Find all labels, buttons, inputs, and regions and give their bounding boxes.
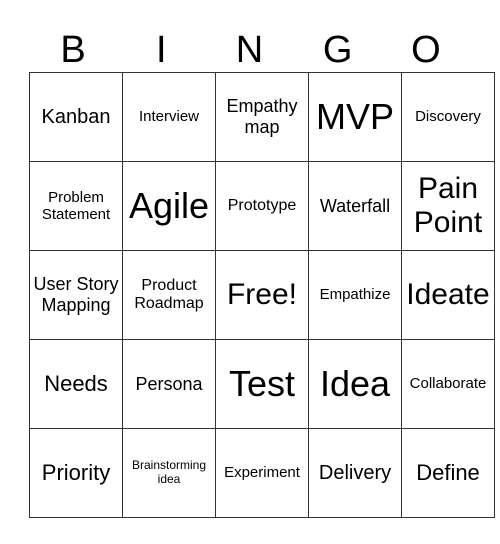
bingo-cell[interactable]: MVP <box>308 72 402 162</box>
bingo-cell[interactable]: Ideate <box>401 250 495 340</box>
bingo-cell[interactable]: Waterfall <box>308 161 402 251</box>
bingo-cell[interactable]: Discovery <box>401 72 495 162</box>
header-letter-o: O <box>411 29 441 71</box>
bingo-row: Priority Brainstorming idea Experiment Deli… <box>29 428 495 518</box>
bingo-cell[interactable]: User Story Mapping <box>29 250 123 340</box>
header-letter-i: I <box>156 29 167 71</box>
bingo-cell[interactable]: Define <box>401 428 495 518</box>
free-space-cell[interactable]: Free! <box>215 250 309 340</box>
bingo-row: Problem Statement Agile Prototype Waterfall… <box>29 161 495 251</box>
bingo-cell[interactable]: Persona <box>122 339 216 429</box>
bingo-header: B I N G O <box>29 28 470 72</box>
bingo-row: Needs Persona Test Idea Collaborate <box>29 339 495 429</box>
header-letter-g: G <box>322 29 353 71</box>
bingo-cell[interactable]: Kanban <box>29 72 123 162</box>
bingo-cell[interactable]: Prototype <box>215 161 309 251</box>
bingo-cell[interactable]: Delivery <box>308 428 402 518</box>
bingo-cell[interactable]: Test <box>215 339 309 429</box>
bingo-cell[interactable]: Empathy map <box>215 72 309 162</box>
bingo-cell[interactable]: Agile <box>122 161 216 251</box>
bingo-cell[interactable]: Idea <box>308 339 402 429</box>
bingo-cell[interactable]: Experiment <box>215 428 309 518</box>
header-letter-n: N <box>235 29 264 71</box>
bingo-cell[interactable]: Empathize <box>308 250 402 340</box>
bingo-cell[interactable]: Collaborate <box>401 339 495 429</box>
bingo-cell[interactable]: Brainstorming idea <box>122 428 216 518</box>
bingo-cell[interactable]: Product Roadmap <box>122 250 216 340</box>
bingo-row: User Story Mapping Product Roadmap Free! Em… <box>29 250 495 340</box>
bingo-grid: Kanban Interview Empathy map MVP Discovery Pr… <box>29 72 495 518</box>
bingo-row: Kanban Interview Empathy map MVP Discovery <box>29 72 495 162</box>
bingo-cell[interactable]: Interview <box>122 72 216 162</box>
bingo-cell[interactable]: Needs <box>29 339 123 429</box>
bingo-cell[interactable]: Priority <box>29 428 123 518</box>
header-letter-b: B <box>60 29 86 71</box>
bingo-cell[interactable]: Pain Point <box>401 161 495 251</box>
bingo-cell[interactable]: Problem Statement <box>29 161 123 251</box>
